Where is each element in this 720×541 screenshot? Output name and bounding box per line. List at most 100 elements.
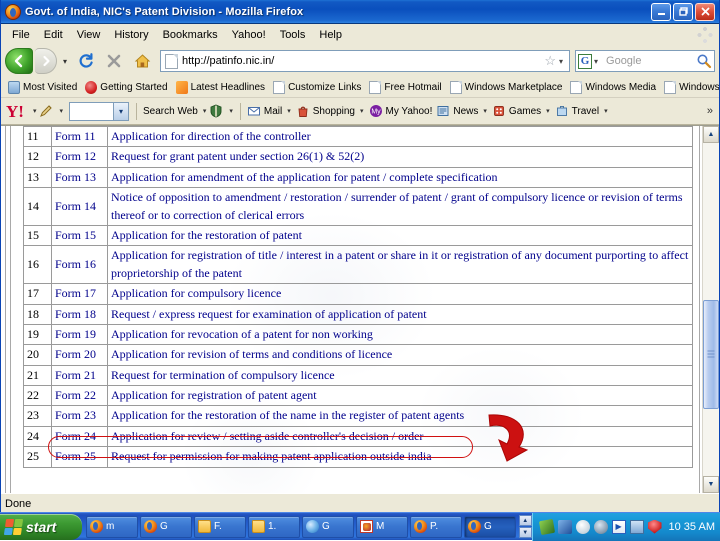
- table-row[interactable]: 15 Form 15 Application for the restorati…: [23, 224, 693, 247]
- messenger-icon[interactable]: [575, 519, 590, 534]
- menu-history[interactable]: History: [107, 27, 155, 43]
- bookmark-free-hotmail[interactable]: Free Hotmail: [365, 80, 445, 95]
- form-description[interactable]: Application for revision of terms and co…: [107, 344, 693, 366]
- form-description[interactable]: Application for review / setting aside c…: [107, 425, 693, 448]
- shield-icon[interactable]: [209, 104, 223, 118]
- my-yahoo-button[interactable]: My My Yahoo!: [367, 103, 435, 119]
- home-button[interactable]: [129, 48, 155, 74]
- task-button[interactable]: F.: [194, 515, 246, 538]
- form-link[interactable]: Form 19: [51, 323, 108, 346]
- form-link[interactable]: Form 15: [51, 224, 108, 247]
- magnifier-icon[interactable]: [696, 53, 712, 69]
- taskbar-scroll-down[interactable]: ▼: [519, 527, 532, 538]
- search-input[interactable]: Google: [602, 55, 696, 67]
- menu-tools[interactable]: Tools: [273, 27, 313, 43]
- scrollbar-thumb[interactable]: [703, 299, 719, 410]
- yahoo-games-button[interactable]: Games: [490, 103, 543, 119]
- form-description[interactable]: Request / express request for examinatio…: [107, 303, 693, 325]
- form-description[interactable]: Notice of opposition to amendment / rest…: [107, 187, 693, 226]
- back-button[interactable]: [5, 48, 33, 74]
- yahoo-search-web-button[interactable]: Search Web: [141, 105, 200, 118]
- taskbar-scroll-buttons[interactable]: ▲ ▼: [519, 515, 532, 539]
- menu-view[interactable]: View: [70, 27, 108, 43]
- form-link[interactable]: Form 13: [51, 166, 108, 189]
- bookmark-windows-media[interactable]: Windows Media: [566, 80, 660, 95]
- table-row-highlighted[interactable]: 18 Form 18 Request / express request for…: [23, 303, 693, 325]
- form-description[interactable]: Request for permission for making patent…: [107, 446, 693, 468]
- form-description[interactable]: Request for termination of compulsory li…: [107, 364, 693, 387]
- form-description[interactable]: Application for revocation of a patent f…: [107, 323, 693, 346]
- form-link[interactable]: Form 20: [51, 344, 108, 366]
- yahoo-logo-icon[interactable]: Y!: [6, 103, 24, 120]
- search-web-caret-icon[interactable]: ▾: [200, 107, 210, 115]
- table-row[interactable]: 22 Form 22 Application for registration …: [23, 385, 693, 407]
- pencil-caret-icon[interactable]: ▾: [56, 107, 66, 115]
- bookmark-windows-marketplace[interactable]: Windows Marketplace: [446, 80, 567, 95]
- table-row[interactable]: 12 Form 12 Request for grant patent unde…: [23, 146, 693, 168]
- form-link[interactable]: Form 16: [51, 245, 108, 285]
- yahoo-search-dropdown-icon[interactable]: ▾: [112, 102, 128, 120]
- form-link[interactable]: Form 24: [51, 425, 108, 448]
- reload-button[interactable]: [73, 48, 99, 74]
- table-row[interactable]: 19 Form 19 Application for revocation of…: [23, 323, 693, 346]
- toolbar-overflow-icon[interactable]: »: [707, 105, 719, 117]
- task-button-active[interactable]: G: [464, 515, 516, 538]
- scrollbar-track[interactable]: [703, 143, 719, 476]
- display-icon[interactable]: [557, 519, 572, 534]
- form-link[interactable]: Form 21: [51, 364, 108, 387]
- yahoo-mail-button[interactable]: Mail: [245, 103, 284, 119]
- games-caret-icon[interactable]: ▾: [543, 107, 553, 115]
- minimize-button[interactable]: [651, 2, 671, 21]
- yahoo-travel-button[interactable]: Travel: [553, 103, 601, 119]
- table-row[interactable]: 21 Form 21 Request for termination of co…: [23, 364, 693, 387]
- bookmark-latest-headlines[interactable]: Latest Headlines: [172, 80, 270, 95]
- clock[interactable]: 10 35 AM: [669, 521, 715, 533]
- yahoo-shopping-button[interactable]: Shopping: [294, 103, 357, 119]
- bookmark-customize-links[interactable]: Customize Links: [269, 80, 365, 95]
- menu-help[interactable]: Help: [312, 27, 349, 43]
- scroll-up-button[interactable]: ▲: [703, 126, 719, 143]
- search-engine-dropdown-icon[interactable]: ▾: [593, 57, 602, 66]
- form-link[interactable]: Form 14: [51, 187, 108, 226]
- page-scrollbar[interactable]: ▲ ▼: [702, 126, 719, 493]
- media-player-icon[interactable]: ▶: [611, 519, 626, 534]
- yahoo-search-input[interactable]: ▾: [68, 101, 129, 121]
- update-icon[interactable]: [629, 519, 644, 534]
- form-link[interactable]: Form 11: [51, 126, 108, 148]
- mail-caret-icon[interactable]: ▾: [284, 107, 294, 115]
- news-caret-icon[interactable]: ▾: [480, 107, 490, 115]
- task-button[interactable]: m: [86, 515, 138, 538]
- bookmark-most-visited[interactable]: Most Visited: [4, 80, 81, 95]
- task-button[interactable]: P.: [410, 515, 462, 538]
- table-row[interactable]: 11 Form 11 Application for direction of …: [23, 126, 693, 148]
- travel-caret-icon[interactable]: ▾: [601, 107, 611, 115]
- form-description[interactable]: Application for compulsory licence: [107, 283, 693, 305]
- menu-bookmarks[interactable]: Bookmarks: [156, 27, 225, 43]
- taskbar-scroll-up[interactable]: ▲: [519, 515, 532, 526]
- task-button[interactable]: 1.: [248, 515, 300, 538]
- table-row[interactable]: 23 Form 23 Application for the restorati…: [23, 405, 693, 427]
- table-row[interactable]: 25 Form 25 Request for permission for ma…: [23, 446, 693, 468]
- form-description[interactable]: Application for direction of the control…: [107, 126, 693, 148]
- shopping-caret-icon[interactable]: ▾: [357, 107, 367, 115]
- pencil-icon[interactable]: [39, 104, 53, 118]
- task-button[interactable]: M: [356, 515, 408, 538]
- form-description[interactable]: Application for amendment of the applica…: [107, 166, 693, 189]
- url-text[interactable]: http://patinfo.nic.in/: [182, 55, 542, 67]
- volume-icon[interactable]: [593, 519, 608, 534]
- form-description[interactable]: Application for the restoration of the n…: [107, 405, 693, 427]
- nav-history-dropdown[interactable]: ▾: [59, 57, 71, 66]
- form-description[interactable]: Application for registration of title / …: [107, 245, 693, 285]
- form-description[interactable]: Application for registration of patent a…: [107, 385, 693, 407]
- search-bar[interactable]: G ▾ Google: [575, 50, 715, 72]
- task-button[interactable]: G: [302, 515, 354, 538]
- url-bar[interactable]: http://patinfo.nic.in/ ☆ ▾: [160, 50, 570, 72]
- table-row[interactable]: 13 Form 13 Application for amendment of …: [23, 166, 693, 189]
- restore-button[interactable]: [673, 2, 693, 21]
- menu-yahoo[interactable]: Yahoo!: [225, 27, 273, 43]
- shield-caret-icon[interactable]: ▾: [226, 107, 236, 115]
- bookmark-star-icon[interactable]: ☆: [542, 53, 558, 69]
- close-button[interactable]: [695, 2, 715, 21]
- network-icon[interactable]: [538, 518, 555, 535]
- form-link[interactable]: Form 22: [51, 385, 108, 407]
